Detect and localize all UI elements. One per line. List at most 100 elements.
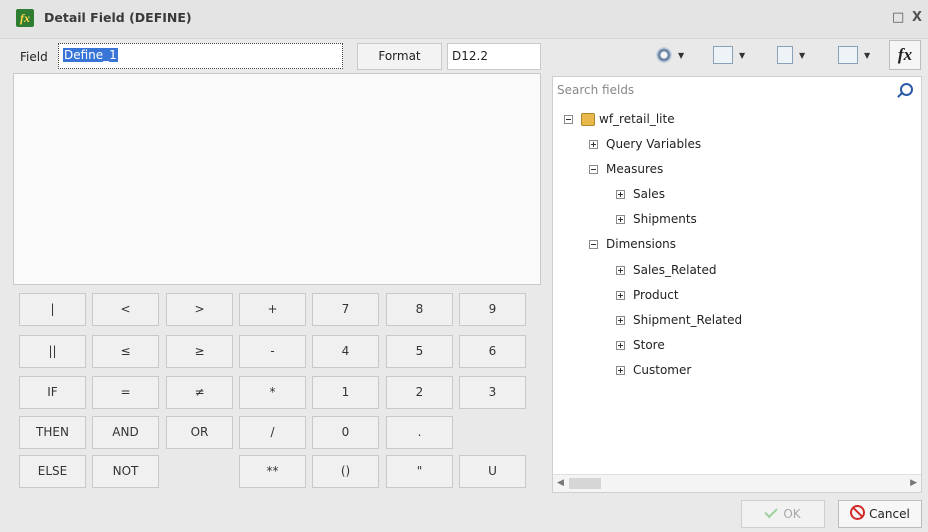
tree-node-sales[interactable]: Sales [616, 185, 665, 203]
key-decimal[interactable]: . [386, 416, 453, 449]
tree-node-label: Sales [633, 187, 665, 201]
key-not-equal[interactable]: ≠ [166, 376, 233, 409]
tree-node-label: Dimensions [606, 237, 677, 251]
search-icon[interactable] [900, 83, 913, 96]
ok-button[interactable]: OK [741, 500, 825, 528]
key-if[interactable]: IF [19, 376, 86, 409]
key-equals[interactable]: = [92, 376, 159, 409]
fx-icon: fx [897, 45, 913, 64]
key-quote[interactable]: " [386, 455, 453, 488]
scroll-left-icon[interactable]: ◀ [557, 478, 564, 488]
check-icon [764, 504, 779, 519]
key-plus[interactable]: + [239, 293, 306, 326]
tree-node-shipment-related[interactable]: Shipment_Related [616, 311, 742, 329]
expand-icon[interactable] [616, 214, 625, 224]
tree-node-label: Sales_Related [633, 263, 717, 277]
expand-icon[interactable] [616, 189, 625, 199]
close-icon[interactable]: X [912, 10, 922, 25]
tree-node-product[interactable]: Product [616, 286, 679, 304]
horizontal-scrollbar[interactable]: ◀ ▶ [553, 474, 921, 492]
key-union[interactable]: U [459, 455, 526, 488]
table-icon [838, 46, 858, 64]
tree-node-label: Shipments [633, 212, 697, 226]
key-power[interactable]: ** [239, 455, 306, 488]
ok-label: OK [783, 507, 801, 521]
list-view-menu[interactable]: ▼ [777, 43, 805, 67]
expand-icon[interactable] [616, 290, 625, 300]
collapse-icon[interactable] [589, 164, 598, 174]
maximize-icon[interactable]: □ [892, 10, 904, 25]
tree-node-label: Store [633, 338, 665, 352]
tree-node-customer[interactable]: Customer [616, 361, 691, 379]
tree-node-label: Product [633, 288, 679, 302]
fx-button[interactable]: fx [889, 40, 921, 70]
cancel-icon [850, 505, 866, 520]
chevron-down-icon: ▼ [739, 50, 746, 60]
key-1[interactable]: 1 [312, 376, 379, 409]
key-3[interactable]: 3 [459, 376, 526, 409]
key-0[interactable]: 0 [312, 416, 379, 449]
tree-node-measures[interactable]: Measures [589, 160, 663, 178]
tree-node-dimensions[interactable]: Dimensions [589, 235, 676, 253]
tree-node-shipments[interactable]: Shipments [616, 210, 697, 228]
key-less-than[interactable]: < [92, 293, 159, 326]
search-input[interactable]: Search fields [557, 83, 634, 97]
key-less-equal[interactable]: ≤ [92, 335, 159, 368]
expression-editor[interactable] [13, 73, 541, 285]
key-or[interactable]: OR [166, 416, 233, 449]
key-else[interactable]: ELSE [19, 455, 86, 488]
key-greater-than[interactable]: > [166, 293, 233, 326]
key-and[interactable]: AND [92, 416, 159, 449]
key-then[interactable]: THEN [19, 416, 86, 449]
key-6[interactable]: 6 [459, 335, 526, 368]
expand-icon[interactable] [589, 139, 598, 149]
key-concat[interactable]: || [19, 335, 86, 368]
window-title: Detail Field (DEFINE) [44, 10, 192, 25]
field-label: Field [20, 50, 48, 64]
expand-icon[interactable] [616, 340, 625, 350]
options-menu[interactable]: ▼ [656, 43, 684, 67]
format-button[interactable]: Format [357, 43, 442, 70]
key-9[interactable]: 9 [459, 293, 526, 326]
tree-root[interactable]: wf_retail_lite [564, 110, 675, 128]
tree-node-label: Shipment_Related [633, 313, 743, 327]
scroll-right-icon[interactable]: ▶ [910, 478, 917, 488]
expand-icon[interactable] [616, 315, 625, 325]
title-bar: fx Detail Field (DEFINE) □ X [0, 0, 928, 39]
key-not[interactable]: NOT [92, 455, 159, 488]
scroll-thumb[interactable] [569, 478, 601, 489]
key-parentheses[interactable]: () [312, 455, 379, 488]
tree-node-label: Customer [633, 363, 692, 377]
key-pipe[interactable]: | [19, 293, 86, 326]
chart-view-menu[interactable]: ▼ [713, 43, 745, 67]
cancel-button[interactable]: Cancel [838, 500, 922, 528]
format-value-input[interactable]: D12.2 [447, 43, 541, 70]
chevron-down-icon: ▼ [678, 50, 685, 60]
tree-node-store[interactable]: Store [616, 336, 665, 354]
key-7[interactable]: 7 [312, 293, 379, 326]
field-name-input[interactable]: Define_1 [58, 43, 343, 69]
tree-node-sales-related[interactable]: Sales_Related [616, 261, 717, 279]
key-multiply[interactable]: * [239, 376, 306, 409]
key-divide[interactable]: / [239, 416, 306, 449]
chevron-down-icon: ▼ [864, 50, 871, 60]
chevron-down-icon: ▼ [799, 50, 806, 60]
tree-root-label: wf_retail_lite [599, 112, 675, 126]
table-view-menu[interactable]: ▼ [838, 43, 870, 67]
collapse-icon[interactable] [589, 239, 598, 249]
tree-node-query-variables[interactable]: Query Variables [589, 135, 701, 153]
expand-icon[interactable] [616, 365, 625, 375]
key-5[interactable]: 5 [386, 335, 453, 368]
field-name-value: Define_1 [63, 48, 118, 62]
chart-icon [713, 46, 733, 64]
expand-icon[interactable] [616, 265, 625, 275]
key-greater-equal[interactable]: ≥ [166, 335, 233, 368]
key-2[interactable]: 2 [386, 376, 453, 409]
collapse-icon[interactable] [564, 114, 573, 124]
key-4[interactable]: 4 [312, 335, 379, 368]
key-minus[interactable]: - [239, 335, 306, 368]
list-icon [777, 46, 793, 64]
app-icon: fx [16, 9, 34, 27]
key-8[interactable]: 8 [386, 293, 453, 326]
database-icon [581, 112, 595, 126]
